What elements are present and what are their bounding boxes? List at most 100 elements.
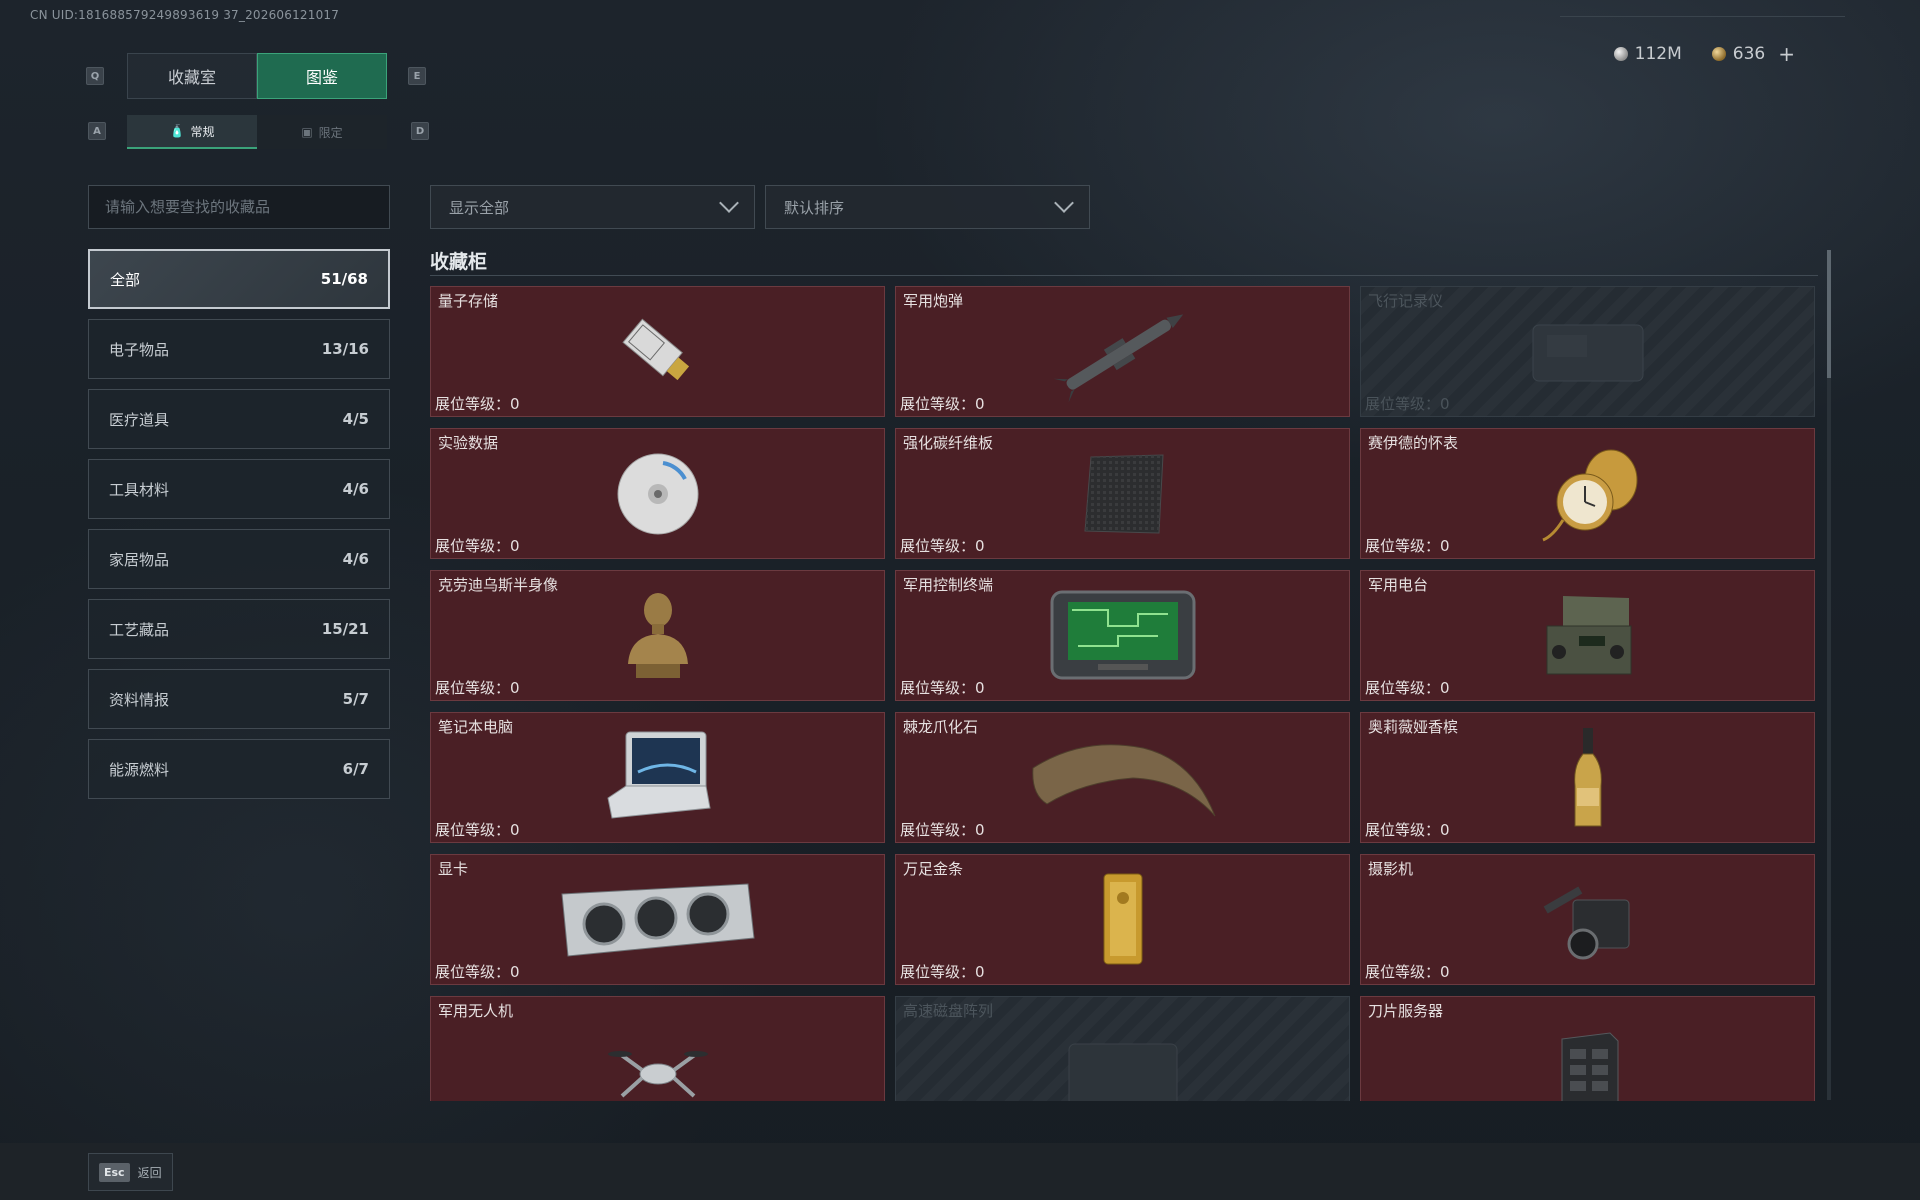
item-level: 展位等级：0	[900, 963, 985, 981]
item-card-drone[interactable]: 军用无人机	[430, 996, 885, 1101]
item-level: 展位等级：0	[1365, 395, 1450, 413]
item-card-carbon-plate[interactable]: 强化碳纤维板 展位等级：0	[895, 428, 1350, 559]
pocket-watch-icon	[1361, 447, 1814, 541]
claw-fossil-icon	[896, 731, 1349, 824]
item-level: 展位等级：0	[900, 821, 985, 839]
category-energy[interactable]: 能源燃料 6/7	[88, 739, 390, 799]
item-card-champagne[interactable]: 奥莉薇娅香槟 展位等级：0	[1360, 712, 1815, 843]
sort-dropdown-value: 默认排序	[784, 198, 845, 217]
item-card-laptop[interactable]: 笔记本电脑 展位等级：0	[430, 712, 885, 843]
drone-icon	[431, 1021, 884, 1101]
item-card-disk-array[interactable]: 高速磁盘阵列	[895, 996, 1350, 1101]
laptop-icon	[431, 731, 884, 824]
key-hint-a: A	[88, 122, 106, 140]
item-level: 展位等级：0	[900, 395, 985, 413]
category-count: 51/68	[320, 270, 368, 288]
item-card-flight-recorder[interactable]: 飞行记录仪 展位等级：0	[1360, 286, 1815, 417]
esc-key-hint: Esc	[99, 1162, 130, 1182]
item-level: 展位等级：0	[435, 679, 520, 697]
category-tools[interactable]: 工具材料 4/6	[88, 459, 390, 519]
chevron-down-icon	[1054, 193, 1074, 213]
category-medical[interactable]: 医疗道具 4/5	[88, 389, 390, 449]
gold-amount: 636	[1732, 44, 1766, 64]
category-label: 医疗道具	[109, 410, 170, 429]
subtab-limited[interactable]: ▣ 限定	[257, 115, 387, 149]
usb-drive-icon	[431, 305, 884, 398]
item-card-blade-server[interactable]: 刀片服务器	[1360, 996, 1815, 1101]
item-card-control-terminal[interactable]: 军用控制终端 展位等级：0	[895, 570, 1350, 701]
bust-icon	[431, 589, 884, 682]
scrollbar-thumb[interactable]	[1827, 250, 1831, 378]
grid-scrollbar[interactable]	[1827, 250, 1831, 1100]
disc-icon	[431, 447, 884, 540]
bottle-icon: 🧴	[169, 124, 185, 138]
item-card-military-shell[interactable]: 军用炮弹 展位等级：0	[895, 286, 1350, 417]
item-level: 展位等级：0	[1365, 537, 1450, 555]
silver-amount: 112M	[1634, 44, 1682, 64]
flight-recorder-icon	[1361, 305, 1814, 398]
category-count: 13/16	[321, 340, 369, 358]
filter-dropdown-value: 显示全部	[449, 198, 510, 217]
item-card-gold-bar[interactable]: 万足金条 展位等级：0	[895, 854, 1350, 985]
chevron-down-icon	[719, 193, 739, 213]
uid-text: CN UID:181688579249893619 37_20260612101…	[30, 8, 340, 22]
category-count: 5/7	[342, 690, 369, 708]
category-list: 全部 51/68 电子物品 13/16 医疗道具 4/5 工具材料 4/6 家居…	[88, 249, 390, 809]
category-label: 资料情报	[109, 690, 170, 709]
main-tabs: 收藏室 图鉴	[127, 53, 387, 99]
item-card-bust[interactable]: 克劳迪乌斯半身像 展位等级：0	[430, 570, 885, 701]
category-all[interactable]: 全部 51/68	[88, 249, 390, 309]
category-household[interactable]: 家居物品 4/6	[88, 529, 390, 589]
item-name: 军用无人机	[438, 1002, 514, 1020]
currency-bar: 112M 636 +	[1613, 42, 1795, 66]
category-label: 工具材料	[109, 480, 170, 499]
add-currency-button[interactable]: +	[1778, 42, 1795, 66]
champagne-icon	[1361, 727, 1814, 826]
back-label: 返回	[137, 1165, 162, 1180]
disk-array-icon	[896, 1021, 1349, 1101]
item-level: 展位等级：0	[900, 679, 985, 697]
item-card-pocket-watch[interactable]: 赛伊德的怀表 展位等级：0	[1360, 428, 1815, 559]
top-divider	[1560, 16, 1845, 17]
item-card-military-radio[interactable]: 军用电台 展位等级：0	[1360, 570, 1815, 701]
gold-currency: 636 +	[1711, 42, 1795, 66]
tab-collection-room[interactable]: 收藏室	[127, 53, 257, 99]
category-count: 15/21	[321, 620, 369, 638]
item-card-graphics-card[interactable]: 显卡 展位等级：0	[430, 854, 885, 985]
item-level: 展位等级：0	[435, 537, 520, 555]
item-level: 展位等级：0	[1365, 679, 1450, 697]
graphics-card-icon	[431, 873, 884, 966]
missile-icon	[896, 305, 1349, 402]
sort-dropdown[interactable]: 默认排序	[765, 185, 1090, 229]
blade-server-icon	[1361, 1017, 1814, 1101]
category-crafts[interactable]: 工艺藏品 15/21	[88, 599, 390, 659]
section-divider	[430, 275, 1818, 276]
subtab-limited-label: 限定	[318, 125, 343, 140]
item-level: 展位等级：0	[1365, 821, 1450, 839]
category-intel[interactable]: 资料情报 5/7	[88, 669, 390, 729]
category-label: 家居物品	[109, 550, 170, 569]
gold-coin-icon	[1711, 47, 1726, 61]
section-title: 收藏柜	[430, 251, 488, 273]
item-card-claw-fossil[interactable]: 棘龙爪化石 展位等级：0	[895, 712, 1350, 843]
back-button[interactable]: Esc 返回	[88, 1153, 173, 1191]
category-electronics[interactable]: 电子物品 13/16	[88, 319, 390, 379]
category-label: 工艺藏品	[109, 620, 170, 639]
radio-icon	[1361, 589, 1814, 682]
key-hint-d: D	[411, 122, 429, 140]
image-icon: ▣	[301, 125, 313, 139]
item-card-quantum-storage[interactable]: 量子存储 展位等级：0	[430, 286, 885, 417]
key-hint-e: E	[408, 67, 426, 85]
item-card-experiment-data[interactable]: 实验数据 展位等级：0	[430, 428, 885, 559]
tab-catalog[interactable]: 图鉴	[257, 53, 387, 99]
control-terminal-icon	[896, 589, 1349, 682]
sub-tabs: 🧴 常规 ▣ 限定	[127, 115, 387, 149]
item-level: 展位等级：0	[1365, 963, 1450, 981]
filter-dropdown[interactable]: 显示全部	[430, 185, 755, 229]
subtab-regular[interactable]: 🧴 常规	[127, 115, 257, 149]
item-level: 展位等级：0	[435, 963, 520, 981]
search-input[interactable]	[88, 185, 390, 229]
item-card-camera[interactable]: 摄影机 展位等级：0	[1360, 854, 1815, 985]
silver-coin-icon	[1613, 47, 1628, 61]
item-level: 展位等级：0	[900, 537, 985, 555]
